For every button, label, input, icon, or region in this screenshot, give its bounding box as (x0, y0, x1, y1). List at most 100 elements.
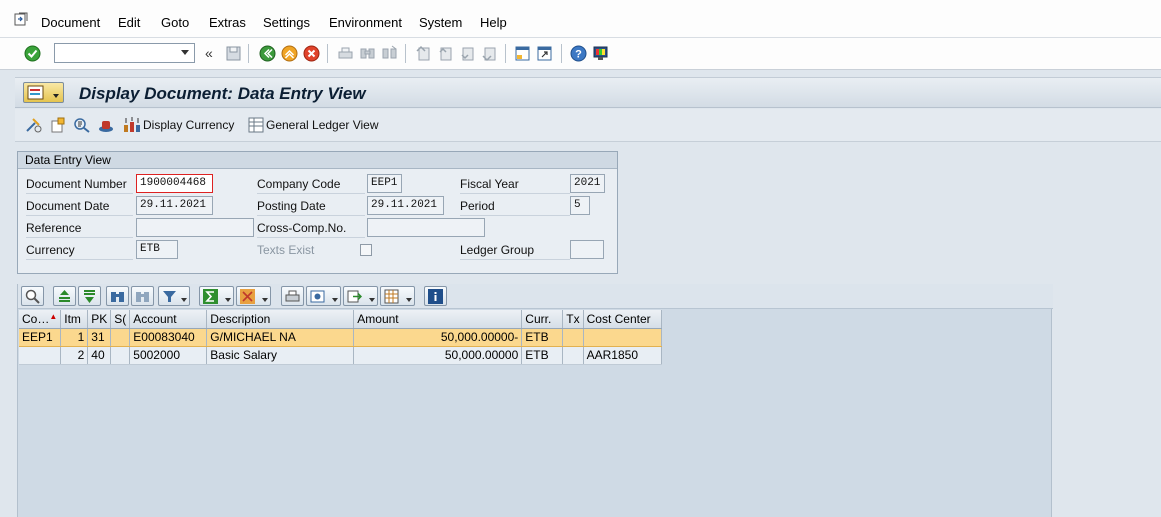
display-currency-button[interactable]: Display Currency (123, 117, 234, 133)
menu-environment[interactable]: Environment (329, 15, 402, 30)
other-document-icon[interactable] (49, 117, 67, 133)
next-page-icon[interactable] (459, 45, 476, 62)
new-session-icon[interactable] (514, 45, 531, 62)
cancel-icon[interactable] (303, 45, 320, 62)
customize-layout-icon[interactable] (592, 45, 609, 62)
cell-cost-center: AAR1850 (583, 346, 662, 365)
screen-menu-button[interactable] (23, 82, 64, 103)
cell-posting-key: 40 (87, 346, 112, 365)
menu-goto[interactable]: Goto (161, 15, 189, 30)
previous-page-icon[interactable] (437, 45, 454, 62)
chevron-down-icon (181, 298, 187, 302)
title-bar: Display Document: Data Entry View (15, 77, 1161, 108)
fiscal-year-field[interactable]: 2021 (570, 174, 605, 193)
hat-icon[interactable] (97, 117, 115, 133)
information-button[interactable] (424, 286, 447, 306)
print-preview-button[interactable] (281, 286, 304, 306)
column-header-account[interactable]: Account (129, 310, 208, 329)
frame-title: Data Entry View (18, 152, 617, 169)
column-header-co[interactable]: Co…▲ (19, 310, 62, 329)
texts-exist-checkbox[interactable] (360, 244, 372, 256)
column-header-description[interactable]: Description (206, 310, 355, 329)
collapse-arrows-icon[interactable]: « (205, 45, 213, 61)
cell-item: 1 (60, 328, 89, 347)
layout-button[interactable] (380, 286, 415, 306)
column-header-cost-center[interactable]: Cost Center (583, 310, 662, 329)
first-page-icon[interactable] (415, 45, 432, 62)
filter-button[interactable] (158, 286, 190, 306)
sort-ascending-button[interactable] (53, 286, 76, 306)
column-header-itm[interactable]: Itm (60, 310, 89, 329)
column-header-currency[interactable]: Curr. (521, 310, 564, 329)
document-overview-icon[interactable] (73, 117, 91, 133)
subtotals-icon (240, 289, 255, 304)
cell-company-code: EEP1 (19, 328, 62, 347)
cross-comp-no-field[interactable] (367, 218, 485, 237)
posting-date-field[interactable]: 29.11.2021 (367, 196, 444, 215)
ledger-group-field[interactable] (570, 240, 604, 259)
print-icon[interactable] (337, 45, 354, 62)
exit-icon[interactable] (281, 45, 298, 62)
sort-ascending-icon (59, 290, 70, 302)
toolbar-separator (505, 44, 506, 63)
column-header-amount[interactable]: Amount (353, 310, 523, 329)
total-button[interactable] (199, 286, 234, 306)
data-entry-view-frame: Data Entry View Document Number 19000044… (17, 151, 618, 274)
document-date-field[interactable]: 29.11.2021 (136, 196, 213, 215)
period-label: Period (460, 197, 570, 216)
currency-field[interactable]: ETB (136, 240, 178, 259)
save-icon[interactable] (225, 45, 242, 62)
document-date-label: Document Date (26, 197, 133, 216)
menu-edit[interactable]: Edit (118, 15, 140, 30)
column-header-tax[interactable]: Tx (562, 310, 584, 329)
sort-descending-button[interactable] (78, 286, 101, 306)
document-number-field[interactable]: 1900004468 (136, 174, 213, 193)
cell-account[interactable]: E00083040 (129, 328, 208, 347)
menu-extras[interactable]: Extras (209, 15, 246, 30)
table-row[interactable]: EEP1 1 31 E00083040 G/MICHAEL NA 50,000.… (19, 328, 662, 347)
find-button[interactable] (106, 286, 129, 306)
general-ledger-view-button[interactable]: General Ledger View (248, 117, 379, 133)
shortcut-icon[interactable] (536, 45, 553, 62)
details-button[interactable] (21, 286, 44, 306)
toolbar-separator (248, 44, 249, 63)
period-field[interactable]: 5 (570, 196, 590, 215)
subtotals-button[interactable] (236, 286, 271, 306)
cell-tax-code (562, 346, 584, 365)
back-icon[interactable] (259, 45, 276, 62)
reference-field[interactable] (136, 218, 254, 237)
menu-document[interactable]: Document (41, 15, 100, 30)
column-header-pk[interactable]: PK (87, 310, 112, 329)
export-icon (347, 290, 362, 303)
views-icon (310, 290, 325, 303)
chevron-down-icon (262, 298, 268, 302)
display-change-icon[interactable] (25, 117, 43, 133)
currency-value: ETB (140, 243, 160, 255)
cell-special-gl (110, 328, 131, 347)
company-code-field[interactable]: EEP1 (367, 174, 402, 193)
chevron-down-icon[interactable] (181, 50, 189, 55)
system-toolbar: « ? (0, 38, 1161, 70)
chevron-down-icon (53, 94, 59, 98)
menu-help[interactable]: Help (480, 15, 507, 30)
command-field[interactable] (54, 43, 195, 63)
last-page-icon[interactable] (481, 45, 498, 62)
find-next-icon[interactable] (381, 45, 398, 62)
find-icon[interactable] (359, 45, 376, 62)
menu-system[interactable]: System (419, 15, 462, 30)
enter-check-icon[interactable] (24, 45, 41, 62)
help-icon[interactable]: ? (570, 45, 587, 62)
views-button[interactable] (306, 286, 341, 306)
cell-account[interactable]: 5002000 (129, 346, 208, 365)
exit-menu-icon[interactable] (13, 11, 29, 27)
table-row[interactable]: 2 40 5002000 Basic Salary 50,000.00000 E… (19, 346, 662, 365)
menu-list-icon (27, 85, 44, 100)
page-title: Display Document: Data Entry View (79, 84, 366, 103)
info-icon (428, 289, 443, 304)
menu-settings[interactable]: Settings (263, 15, 310, 30)
export-button[interactable] (343, 286, 378, 306)
period-value: 5 (574, 199, 581, 211)
find-next-button[interactable] (131, 286, 154, 306)
column-header-sg[interactable]: S( (110, 310, 131, 329)
filter-icon (163, 291, 176, 302)
